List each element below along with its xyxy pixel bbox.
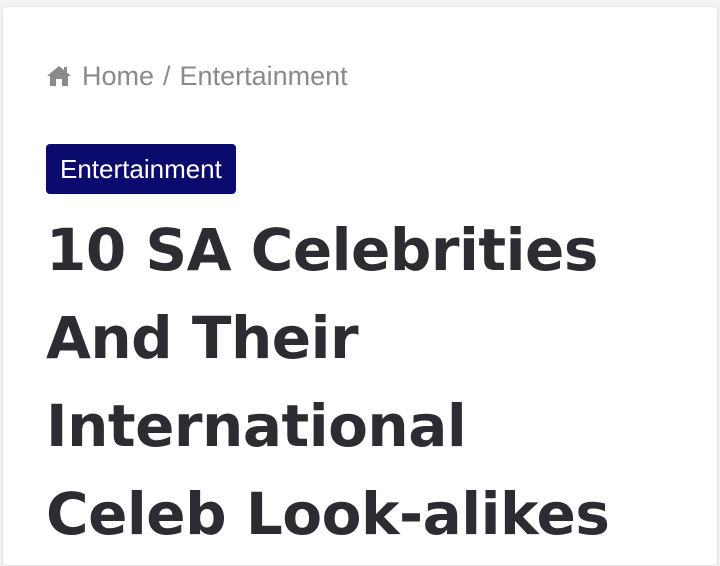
home-icon[interactable] <box>46 64 72 88</box>
title-line: International <box>46 392 467 460</box>
breadcrumb: Home / Entertainment <box>46 58 348 94</box>
title-line: Celeb Look-alikes <box>46 480 610 548</box>
category-badge[interactable]: Entertainment <box>46 144 236 194</box>
title-line: And Their <box>46 304 359 372</box>
breadcrumb-current-link[interactable]: Entertainment <box>180 61 348 92</box>
breadcrumb-home-link[interactable]: Home <box>82 61 154 92</box>
title-line: 10 SA Celebrities <box>46 216 598 284</box>
article-title: 10 SA Celebrities And Their Internationa… <box>46 206 686 558</box>
breadcrumb-separator: / <box>163 60 171 91</box>
